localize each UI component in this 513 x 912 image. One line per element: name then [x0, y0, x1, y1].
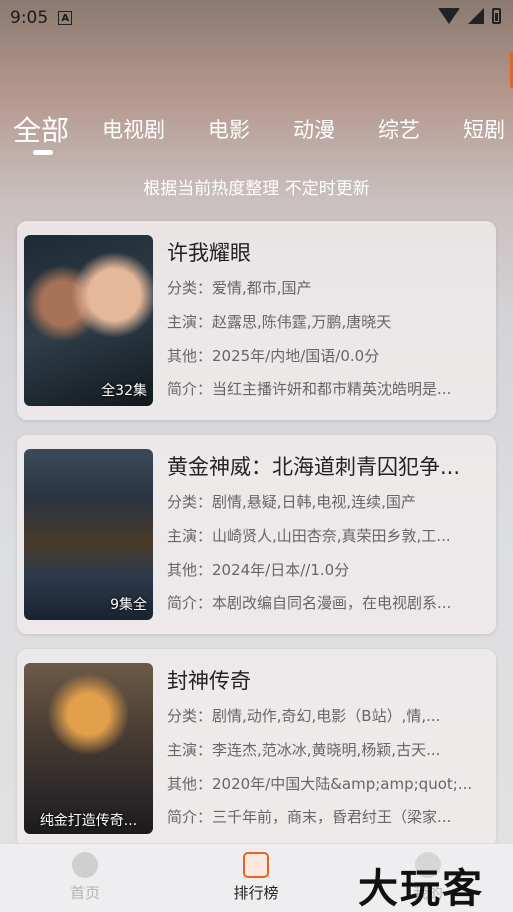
tab-short[interactable]: 短剧: [463, 114, 505, 144]
item-other: 其他：2025年/内地/国语/0.0分: [167, 347, 380, 365]
home-icon: [72, 852, 98, 878]
poster-image: 全32集: [24, 235, 153, 406]
item-other: 其他：2024年/日本//1.0分: [167, 561, 350, 579]
ranking-icon: [243, 852, 269, 878]
item-intro: 简介：本剧改编自同名漫画，在电视剧系...: [167, 594, 452, 612]
status-time: 9:05: [10, 8, 49, 28]
nav-home-label: 首页: [69, 884, 100, 902]
status-icons: [438, 8, 501, 24]
episode-badge: 全32集: [101, 383, 147, 399]
nav-ranking[interactable]: 排行榜: [216, 852, 296, 903]
battery-icon: [492, 8, 501, 24]
episode-badge: 9集全: [110, 597, 147, 613]
active-tab-indicator: [33, 150, 53, 155]
watermark-logo: 大玩客: [358, 866, 484, 912]
item-intro: 简介：当红主播许妍和都市精英沈皓明是...: [167, 380, 452, 398]
ranking-subtitle: 根据当前热度整理 不定时更新: [143, 179, 370, 199]
item-category: 分类：爱情,都市,国产: [167, 279, 312, 297]
list-item[interactable]: 全32集 许我耀眼 分类：爱情,都市,国产 主演：赵露思,陈伟霆,万鹏,唐晓天 …: [17, 221, 496, 420]
tab-all[interactable]: 全部: [13, 109, 69, 149]
item-category: 分类：剧情,悬疑,日韩,电视,连续,国产: [167, 493, 416, 511]
tab-movie[interactable]: 电影: [208, 114, 250, 144]
status-bar: 9:05 A: [0, 0, 513, 36]
item-cast: 主演：山崎贤人,山田杏奈,真荣田乡敦,工...: [167, 527, 451, 545]
item-title: 封神传奇: [167, 669, 251, 693]
item-cast: 主演：赵露思,陈伟霆,万鹏,唐晓天: [167, 313, 392, 331]
item-intro: 简介：三千年前，商末，昏君纣王（梁家...: [167, 808, 452, 826]
poster-caption: 纯金打造传奇...: [39, 813, 138, 829]
category-tabs: 全部 电视剧 电影 动漫 综艺 短剧: [13, 104, 513, 154]
list-item[interactable]: 纯金打造传奇... 封神传奇 分类：剧情,动作,奇幻,电影（B站）,情,... …: [17, 649, 496, 848]
item-other: 其他：2020年/中国大陆&amp;amp;quot;...: [167, 775, 473, 793]
item-category: 分类：剧情,动作,奇幻,电影（B站）,情,...: [167, 707, 441, 725]
item-cast: 主演：李连杰,范冰冰,黄晓明,杨颖,古天...: [167, 741, 441, 759]
nav-ranking-label: 排行榜: [233, 884, 279, 902]
list-item[interactable]: 9集全 黄金神威：北海道刺青囚犯争... 分类：剧情,悬疑,日韩,电视,连续,国…: [17, 435, 496, 634]
wifi-icon: [438, 8, 460, 24]
item-title: 黄金神威：北海道刺青囚犯争...: [167, 455, 461, 479]
item-title: 许我耀眼: [167, 241, 251, 265]
notification-icon: A: [58, 11, 73, 25]
tab-tv[interactable]: 电视剧: [102, 114, 165, 144]
poster-image: 9集全: [24, 449, 153, 620]
poster-image: 纯金打造传奇...: [24, 663, 153, 834]
tab-variety[interactable]: 综艺: [378, 114, 420, 144]
signal-icon: [468, 8, 484, 24]
tab-anime[interactable]: 动漫: [293, 114, 335, 144]
nav-home[interactable]: 首页: [45, 852, 125, 903]
